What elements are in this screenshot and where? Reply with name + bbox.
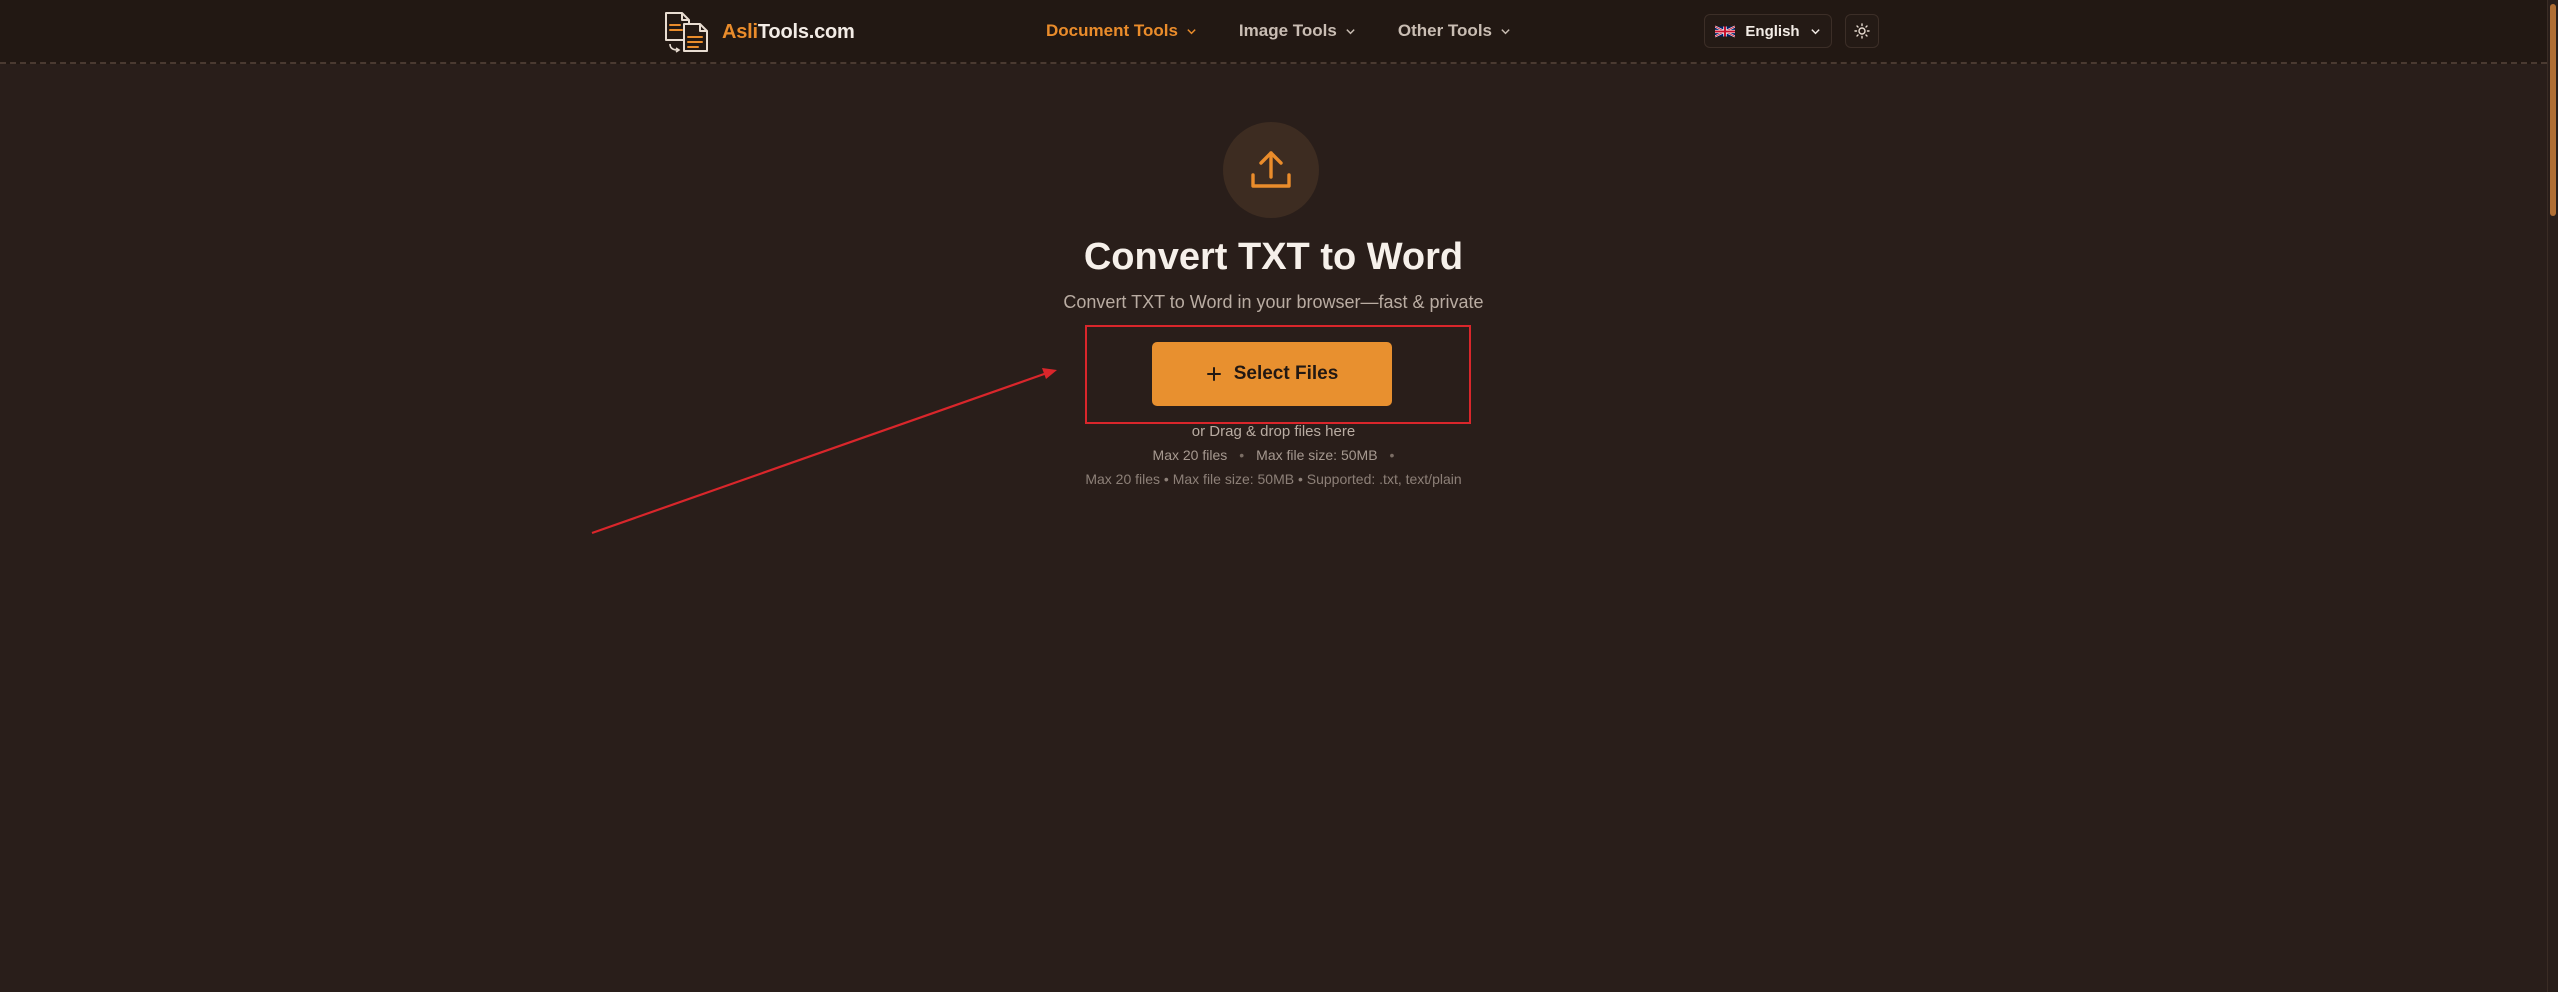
language-label: English: [1745, 22, 1800, 40]
select-files-label: Select Files: [1233, 363, 1339, 384]
upload-limits: Max 20 files • Max file size: 50MB •: [0, 447, 2547, 463]
page: AsliTools.com Document Tools Image Tools…: [0, 0, 2558, 992]
uk-flag-icon: [1715, 25, 1736, 37]
plus-icon: [1206, 367, 1221, 381]
nav-other-tools-label: Other Tools: [1397, 21, 1492, 40]
sun-icon: [1854, 23, 1870, 39]
separator-dot: •: [1239, 447, 1245, 463]
page-scrollbar[interactable]: [2547, 0, 2558, 992]
separator-dot: •: [1389, 447, 1395, 463]
chevron-down-icon: [1346, 28, 1355, 34]
chevron-down-icon: [1501, 28, 1510, 34]
nav-image-tools-label: Image Tools: [1238, 21, 1337, 40]
top-header: AsliTools.com Document Tools Image Tools…: [0, 0, 2547, 64]
upload-icon-badge: [1223, 122, 1319, 218]
max-size-text: Max file size: 50MB: [1256, 447, 1378, 463]
nav-other-tools[interactable]: Other Tools: [1398, 21, 1511, 41]
language-selector[interactable]: English: [1704, 14, 1832, 48]
scrollbar-thumb[interactable]: [2550, 4, 2556, 216]
supported-formats: Max 20 files • Max file size: 50MB • Sup…: [1085, 471, 1462, 487]
theme-toggle-button[interactable]: [1845, 14, 1879, 48]
max-files-text: Max 20 files: [1152, 447, 1228, 463]
select-files-button[interactable]: Select Files: [1152, 342, 1392, 406]
upload-icon: [1251, 151, 1291, 188]
logo-text: AsliTools.com: [722, 21, 855, 44]
nav-document-tools[interactable]: Document Tools: [1046, 21, 1197, 41]
main-nav: Document Tools Image Tools Other Tools: [1046, 0, 1511, 62]
chevron-down-icon: [1187, 28, 1196, 34]
chevron-down-icon: [1810, 28, 1820, 34]
nav-image-tools[interactable]: Image Tools: [1239, 21, 1356, 41]
nav-document-tools-label: Document Tools: [1046, 21, 1178, 40]
document-convert-icon: [665, 12, 708, 53]
logo-text-accent: Asli: [722, 20, 758, 43]
site-logo[interactable]: AsliTools.com: [662, 10, 855, 54]
page-title: Convert TXT to Word: [1083, 236, 1464, 278]
page-subtitle: Convert TXT to Word in your browser—fast…: [1063, 292, 1484, 312]
logo-text-rest: Tools.com: [757, 20, 855, 43]
drag-drop-hint: or Drag & drop files here: [1191, 423, 1356, 440]
